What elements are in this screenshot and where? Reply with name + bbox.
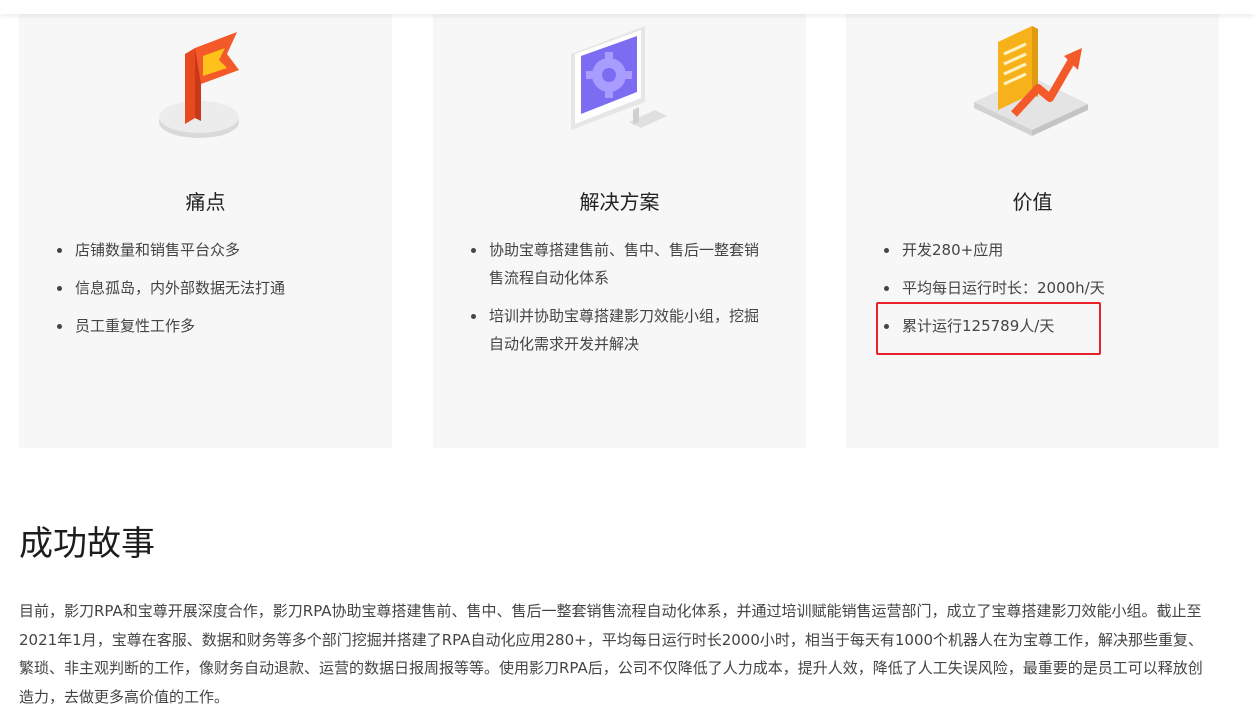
card-title: 痛点 bbox=[185, 190, 226, 214]
list-item: 开发280+应用 bbox=[882, 236, 1179, 264]
solution-card: 解决方案 协助宝尊搭建售前、售中、售后一整套销售流程自动化体系 培训并协助宝尊搭… bbox=[433, 0, 806, 448]
card-title: 解决方案 bbox=[579, 190, 660, 214]
document-growth-icon bbox=[968, 18, 1098, 148]
success-story-text: 目前，影刀RPA和宝尊开展深度合作，影刀RPA协助宝尊搭建售前、售中、售后一整套… bbox=[19, 602, 1204, 706]
list-item: 培训并协助宝尊搭建影刀效能小组，挖掘自动化需求开发并解决 bbox=[469, 302, 766, 358]
flag-icon bbox=[141, 18, 271, 148]
highlight-annotation-box bbox=[876, 302, 1101, 355]
list-item: 协助宝尊搭建售前、售中、售后一整套销售流程自动化体系 bbox=[469, 236, 766, 292]
list-item: 员工重复性工作多 bbox=[55, 312, 352, 340]
success-story-title: 成功故事 bbox=[19, 524, 155, 564]
list-item: 店铺数量和销售平台众多 bbox=[55, 236, 352, 264]
top-header-edge bbox=[0, 0, 1255, 14]
solution-list: 协助宝尊搭建售前、售中、售后一整套销售流程自动化体系 培训并协助宝尊搭建影刀效能… bbox=[469, 236, 766, 368]
card-title: 价值 bbox=[1012, 190, 1053, 214]
monitor-gear-icon bbox=[555, 18, 685, 148]
pain-points-list: 店铺数量和销售平台众多 信息孤岛，内外部数据无法打通 员工重复性工作多 bbox=[55, 236, 352, 350]
value-card: 价值 开发280+应用 平均每日运行时长：2000h/天 累计运行125789人… bbox=[846, 0, 1219, 448]
list-item: 平均每日运行时长：2000h/天 bbox=[882, 274, 1179, 302]
list-item: 信息孤岛，内外部数据无法打通 bbox=[55, 274, 352, 302]
pain-points-card: 痛点 店铺数量和销售平台众多 信息孤岛，内外部数据无法打通 员工重复性工作多 bbox=[19, 0, 392, 448]
